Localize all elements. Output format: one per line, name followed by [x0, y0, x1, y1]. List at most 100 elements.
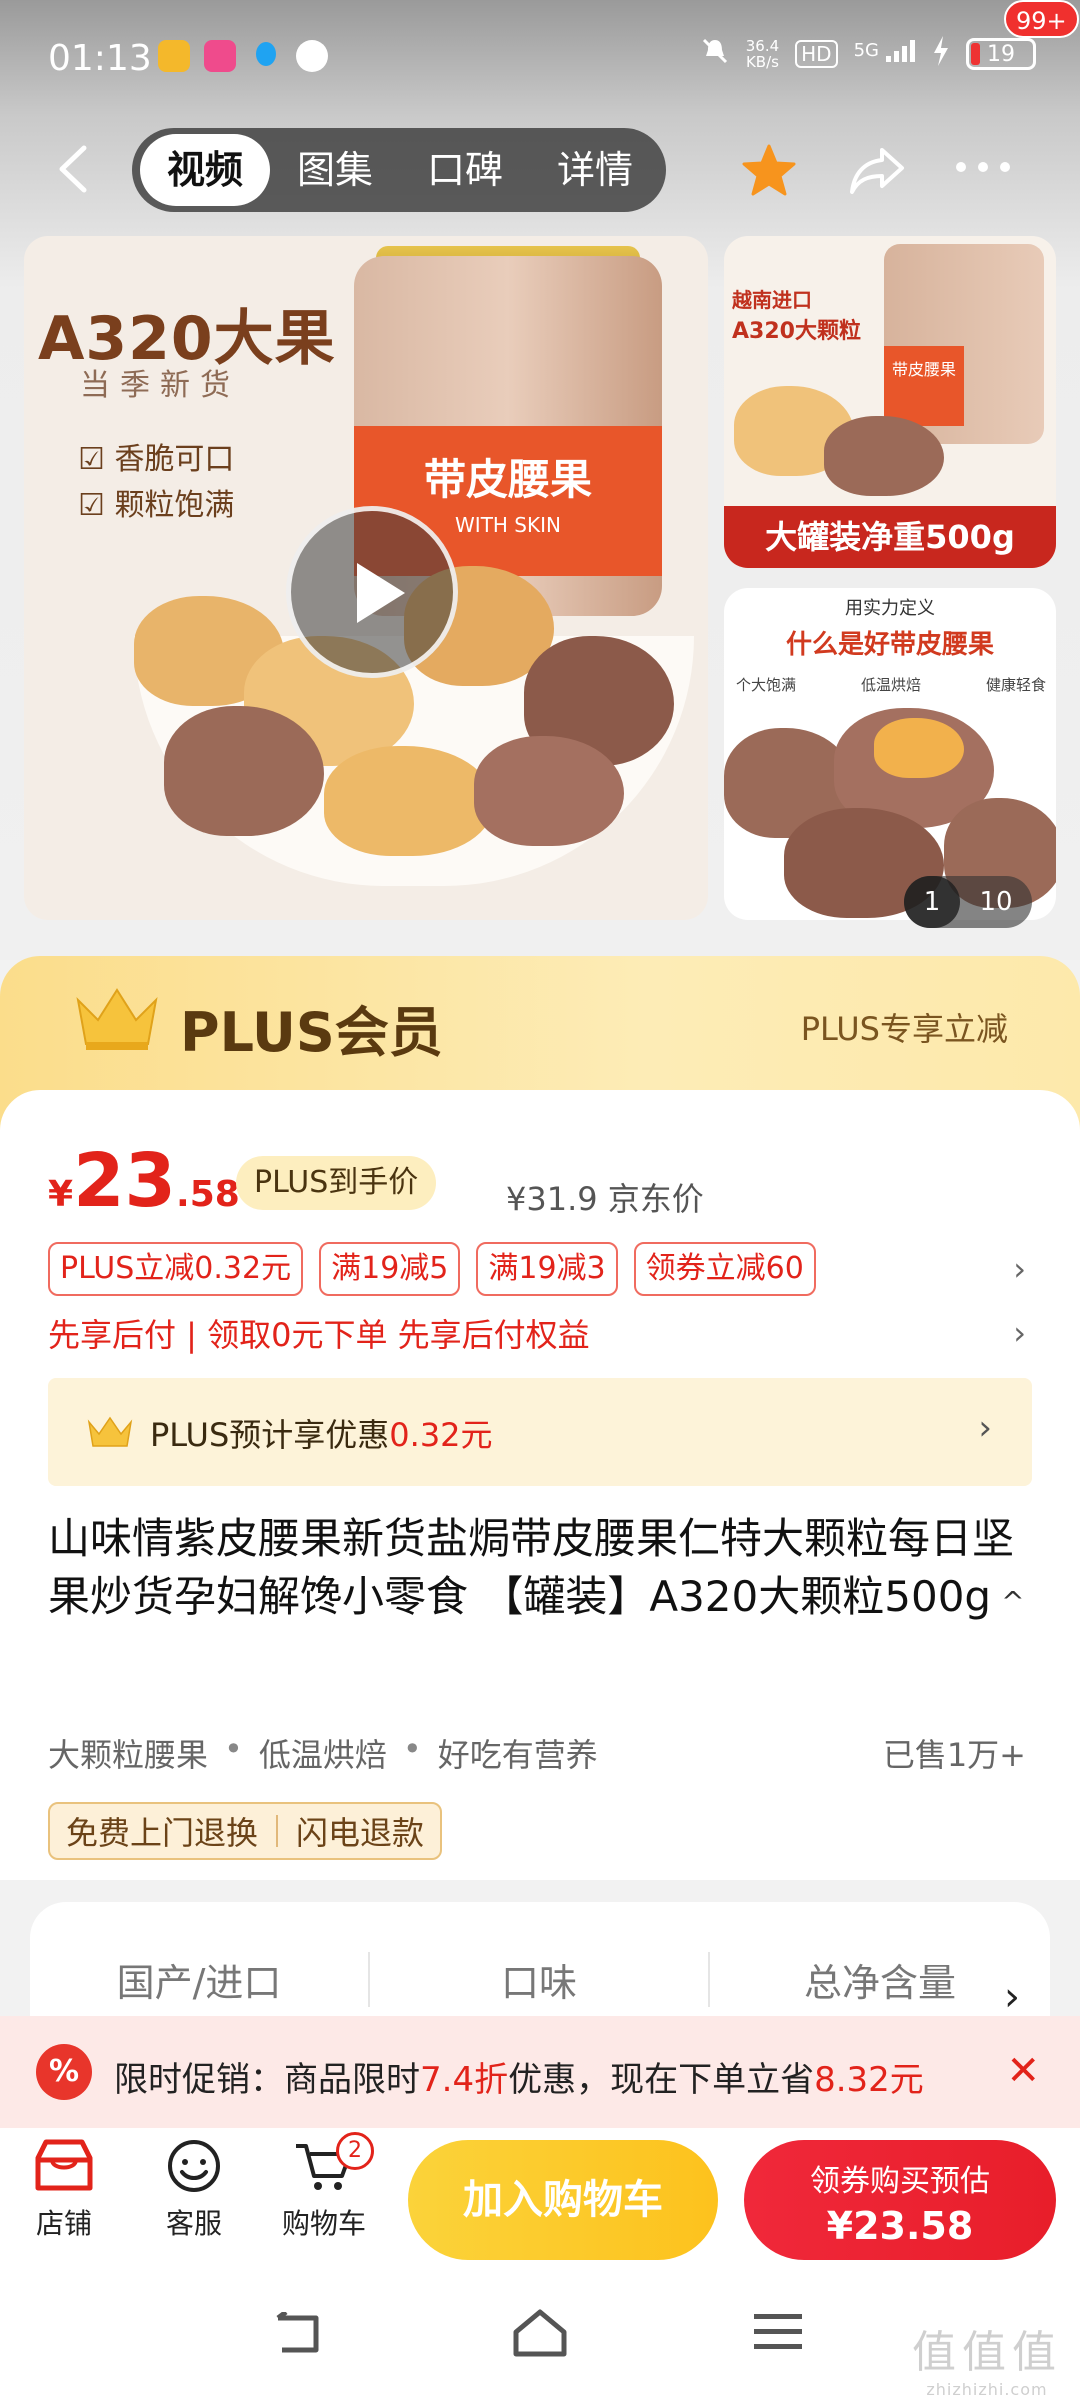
buy-now-button[interactable]: 领券购买预估 ¥23.58: [744, 2140, 1056, 2260]
spec-column: 总净含量: [803, 1961, 956, 2005]
close-icon[interactable]: ✕: [1006, 2048, 1040, 2094]
divider: [276, 1815, 279, 1847]
promo-bar[interactable]: % 限时促销：商品限时7.4折优惠，现在下单立省8.32元 ✕: [0, 2016, 1080, 2128]
coupon-chevron-icon[interactable]: ›: [1013, 1250, 1026, 1288]
collapse-caret-icon[interactable]: ^: [1001, 1585, 1024, 1618]
product-title-text: 山味情紫皮腰果新货盐焗带皮腰果仁特大颗粒每日坚果炒货孕妇解馋小零食 【罐装】A3…: [48, 1514, 1015, 1621]
system-home-button[interactable]: [512, 2308, 568, 2362]
spec-column: 国产/进口: [30, 1952, 370, 2007]
promo-discount: 7.4折: [420, 2060, 509, 2100]
watermark-sub: zhizhizhi.com: [926, 2380, 1048, 2399]
product-features: 大颗粒腰果 • 低温烘焙 • 好吃有营养: [48, 1730, 598, 1776]
status-time: 01:13: [48, 38, 152, 79]
crown-icon: [87, 1416, 133, 1447]
back-button[interactable]: [54, 144, 94, 194]
dot: [978, 162, 988, 172]
system-back-button[interactable]: [272, 2310, 324, 2360]
plus-savings-text: PLUS预计享优惠0.32元: [150, 1410, 493, 1456]
plus-price: ¥ 23 .58: [48, 1144, 240, 1218]
thumbnail-1[interactable]: 越南进口 A320大颗粒 带皮腰果 大罐装净重500g: [724, 236, 1056, 568]
favorite-button[interactable]: [740, 142, 798, 200]
separator-dot: •: [224, 1730, 243, 1768]
system-menu-button[interactable]: [754, 2312, 802, 2356]
battery-level: 19: [987, 41, 1015, 67]
net-speed: 36.4 KB/s: [746, 38, 779, 70]
buy-button-line1: 领券购买预估: [810, 2164, 990, 2199]
coupon-tag[interactable]: 满19减3: [476, 1242, 618, 1296]
signal-bars-icon: [886, 40, 915, 62]
message-badge: 99+: [1004, 0, 1079, 38]
product-title[interactable]: 山味情紫皮腰果新货盐焗带皮腰果仁特大颗粒每日坚果炒货孕妇解馋小零食 【罐装】A3…: [48, 1510, 1032, 1631]
service-tag: 闪电退款: [296, 1814, 425, 1852]
main-product-image[interactable]: 带皮腰果 WITH SKIN A320大果 当季新货 ☑ 香脆可口 ☑ 颗粒饱满: [24, 236, 708, 920]
cart-label: 购物车: [281, 2207, 366, 2240]
spec-column: 口味: [370, 1952, 710, 2007]
pay-later-chevron-icon[interactable]: ›: [1013, 1314, 1026, 1352]
app-notification-icon: [204, 40, 236, 72]
service-tags[interactable]: 免费上门退换 闪电退款: [48, 1802, 443, 1860]
net-speed-value: 36.4: [745, 37, 780, 55]
thumbnail-band: 大罐装净重500g: [724, 506, 1056, 568]
more-button[interactable]: [956, 162, 1016, 176]
coupon-tag[interactable]: 领券立减60: [633, 1242, 816, 1296]
pay-later-info[interactable]: 先享后付 | 领取0元下单 先享后付权益: [48, 1310, 590, 1356]
image-counter-total: 10: [979, 887, 1013, 917]
status-right: 36.4 KB/s HD 5G 19: [700, 36, 1036, 72]
product-info-card: ¥ 23 .58 PLUS到手价 ¥31.9 京东价 PLUS立减0.32元 满…: [0, 1090, 1080, 1880]
plus-banner-title: PLUS会员: [180, 1001, 443, 1064]
coupon-tag[interactable]: 满19减5: [319, 1242, 461, 1296]
plus-price-tag: PLUS到手价: [236, 1156, 437, 1210]
image-counter: 1 10: [904, 876, 1032, 928]
customer-service-label: 客服: [165, 2207, 222, 2240]
shop-icon: [35, 2139, 93, 2191]
thumbnail-tag: 越南进口 A320大颗粒: [732, 284, 861, 345]
thumbnail-feature: 低温烘焙: [860, 676, 921, 694]
play-video-button[interactable]: [286, 506, 458, 678]
qq-icon: [250, 40, 282, 72]
app-notification-icon: [158, 40, 190, 72]
thumbnail-feature: 个大饱满: [736, 676, 797, 694]
promo-text-a: 限时促销：商品限时: [114, 2060, 420, 2100]
promo-saving: 8.32元: [814, 2060, 924, 2100]
sold-count: 已售1万+: [882, 1736, 1026, 1774]
chevron-right-icon[interactable]: ›: [1004, 1974, 1020, 2020]
chevron-right-icon: ›: [978, 1408, 992, 1448]
add-to-cart-button[interactable]: 加入购物车: [408, 2140, 718, 2260]
signal-label: 5G: [853, 40, 879, 61]
tab-video[interactable]: 视频: [140, 134, 270, 206]
thumbnail-feature: 健康轻食: [985, 676, 1046, 694]
separator-dot: •: [402, 1730, 422, 1768]
thumbnail-2[interactable]: 用实力定义 什么是好带皮腰果 个大饱满 低温烘焙 健康轻食: [724, 588, 1056, 920]
promo-text-b: 优惠，现在下单立省: [508, 2060, 815, 2100]
buy-button-price: ¥23.58: [826, 2204, 974, 2248]
customer-service-button[interactable]: 客服: [144, 2138, 244, 2242]
discount-icon: %: [36, 2044, 92, 2100]
cart-count-badge: 2: [336, 2132, 374, 2170]
thumbnail-tag-line1: 越南进口: [732, 288, 812, 312]
net-speed-unit: KB/s: [745, 53, 779, 71]
coupon-tag[interactable]: PLUS立减0.32元: [48, 1242, 304, 1296]
watermark-main: 值值值: [912, 2327, 1062, 2378]
system-back-icon: [276, 2310, 319, 2353]
thumbnail-caption: 用实力定义: [845, 598, 935, 619]
watermark: 值值值 zhizhizhi.com: [912, 2316, 1062, 2399]
tab-reviews[interactable]: 口碑: [400, 134, 530, 206]
back-arrow-icon: [59, 145, 87, 193]
media-tabs: 视频 图集 口碑 详情: [132, 128, 666, 212]
mute-icon: [700, 36, 730, 72]
cashew-graphic: [324, 746, 494, 856]
image-counter-current: 1: [904, 876, 960, 928]
dot: [956, 162, 966, 172]
signal-indicator: 5G: [854, 40, 916, 68]
price-decimal: .58: [176, 1174, 240, 1215]
top-navigation: 视频 图集 口碑 详情: [0, 128, 1080, 212]
status-bar: 01:13 36.4 KB/s HD 5G 19: [0, 0, 1080, 118]
crown-icon: [76, 988, 158, 1050]
plus-savings-row[interactable]: PLUS预计享优惠0.32元 ›: [48, 1378, 1032, 1486]
image-check-2: ☑ 颗粒饱满: [78, 488, 235, 523]
cashew-graphic: [824, 416, 944, 496]
tab-details[interactable]: 详情: [530, 134, 660, 206]
share-button[interactable]: [848, 144, 906, 196]
shop-button[interactable]: 店铺: [14, 2138, 114, 2242]
tab-gallery[interactable]: 图集: [270, 134, 400, 206]
